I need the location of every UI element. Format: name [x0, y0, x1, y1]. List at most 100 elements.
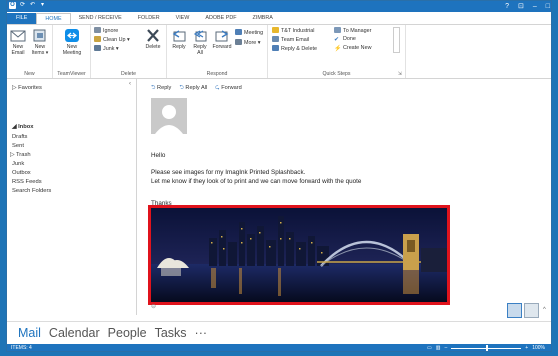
item-count: ITEMS: 4 [11, 345, 32, 351]
tab-file[interactable]: FILE [7, 13, 37, 24]
zoom-out-button[interactable]: – [445, 344, 448, 351]
zoom-in-button[interactable]: + [525, 344, 528, 351]
new-email-icon [10, 30, 26, 42]
tab-home[interactable]: HOME [36, 13, 71, 24]
status-bar: ITEMS: 4 ▭ ▥ – + 100% [7, 344, 551, 351]
group-teamviewer: New Meeting TeamViewer [53, 25, 91, 78]
zoom-slider[interactable] [451, 345, 522, 351]
folder-search-folders[interactable]: Search Folders [12, 187, 51, 195]
junk-button[interactable]: Junk ▾ [94, 45, 119, 53]
sender-avatar [151, 98, 187, 134]
dialog-launcher-icon[interactable]: ⇲ [398, 71, 402, 77]
tab-folder[interactable]: FOLDER [130, 13, 168, 24]
group-label-quick-steps: Quick Steps [322, 71, 351, 77]
new-items-button[interactable]: New Items ▾ [29, 28, 51, 56]
clean-up-button[interactable]: Clean Up ▾ [94, 36, 130, 44]
inline-reply-all-button[interactable]: ⮌ Reply All [179, 83, 207, 93]
window-controls: ? ⊡ – □ [505, 1, 550, 12]
reply-arrow-icon: ⮌ [151, 85, 156, 91]
junk-icon [94, 45, 101, 51]
body-line-2: Let me know if they look of to print and… [151, 178, 362, 185]
group-label-delete: Delete [121, 71, 136, 77]
folder-inbox[interactable]: ◢ Inbox [12, 123, 34, 131]
folder-trash[interactable]: ▷ Trash [10, 151, 31, 159]
minimize-button[interactable]: – [533, 1, 537, 12]
zoom-control: ▭ ▥ – + 100% [427, 344, 545, 351]
collapse-pane-icon[interactable]: ‹ [129, 81, 131, 87]
undo-icon[interactable]: ↶ [29, 2, 36, 9]
nav-more-icon[interactable]: ··· [195, 326, 208, 340]
tab-view[interactable]: VIEW [168, 13, 198, 24]
quickstep-team-email[interactable]: Team Email [272, 36, 309, 44]
help-button[interactable]: ? [505, 1, 509, 12]
delete-button[interactable]: Delete [141, 28, 165, 50]
splashback-image[interactable] [148, 205, 450, 305]
sydney-harbour-photo [151, 208, 447, 302]
ribbon: New Email New Items ▾ New New Meeting Te… [7, 24, 551, 79]
folder-junk[interactable]: Junk [12, 160, 24, 168]
title-bar: O ⟳ ↶ ▾ ? ⊡ – □ [7, 1, 551, 12]
body-greeting: Hello [151, 152, 166, 159]
group-label-teamviewer: TeamViewer [57, 71, 86, 77]
reply-button[interactable]: Reply [169, 28, 189, 50]
more-icon [235, 39, 242, 45]
ignore-icon [94, 27, 101, 33]
reply-all-icon [193, 30, 207, 42]
inline-forward-button[interactable]: ⮎ Forward [215, 83, 242, 93]
folder-sent[interactable]: Sent [12, 142, 24, 150]
outlook-logo-icon: O [9, 2, 16, 9]
customize-qat-icon[interactable]: ▾ [39, 2, 46, 9]
forward-button[interactable]: Forward [211, 28, 233, 50]
folder-outbox[interactable]: Outbox [12, 169, 31, 177]
nav-mail[interactable]: Mail [18, 326, 41, 340]
outlook-window: O ⟳ ↶ ▾ ? ⊡ – □ FILE HOME SEND / RECEIVE… [6, 0, 552, 352]
ribbon-display-button[interactable]: ⊡ [518, 1, 524, 12]
nav-calendar[interactable]: Calendar [49, 326, 100, 340]
quickstep-create-new[interactable]: ⚡ Create New [334, 45, 371, 52]
folder-icon [272, 27, 279, 33]
folder-drafts[interactable]: Drafts [12, 133, 27, 141]
people-avatar-selected[interactable] [507, 303, 522, 318]
meeting-button[interactable]: Meeting [235, 29, 263, 37]
maximize-button[interactable]: □ [546, 1, 550, 12]
tab-send-receive[interactable]: SEND / RECEIVE [71, 13, 130, 24]
person-silhouette-icon [155, 105, 183, 134]
people-pane-avatars: ^ [507, 303, 546, 318]
group-label-new: New [24, 71, 35, 77]
inline-reply-button[interactable]: ⮌ Reply [151, 83, 171, 93]
quick-steps-scroll[interactable] [393, 27, 400, 53]
message-footer: ⊖ [143, 301, 551, 315]
quick-access-toolbar: O ⟳ ↶ ▾ [9, 2, 46, 9]
send-receive-icon[interactable]: ⟳ [19, 2, 26, 9]
people-avatar[interactable] [524, 303, 539, 318]
group-respond: Reply Reply All Forward Meeting More ▾ R… [167, 25, 268, 78]
teamviewer-icon [65, 29, 79, 42]
nav-tasks[interactable]: Tasks [155, 326, 187, 340]
more-respond-button[interactable]: More ▾ [235, 39, 261, 47]
people-expand-icon[interactable]: ^ [543, 303, 546, 318]
normal-view-icon[interactable]: ▭ [427, 344, 432, 351]
team-email-icon [272, 36, 279, 42]
ignore-button[interactable]: Ignore [94, 27, 118, 35]
reply-all-arrow-icon: ⮌ [179, 85, 184, 91]
new-meeting-button[interactable]: New Meeting [57, 28, 87, 56]
new-items-icon [33, 29, 46, 42]
zoom-slider-thumb[interactable] [486, 345, 489, 351]
tab-zimbra[interactable]: ZIMBRA [245, 13, 281, 24]
group-label-respond: Respond [206, 71, 228, 77]
new-email-button[interactable]: New Email [8, 28, 28, 56]
clean-up-icon [94, 36, 101, 42]
tab-adobe-pdf[interactable]: ADOBE PDF [197, 13, 244, 24]
navigation-bar: Mail Calendar People Tasks ··· [7, 321, 551, 343]
folder-favorites[interactable]: ▷ Favorites [12, 84, 42, 92]
to-manager-icon [334, 27, 341, 33]
quickstep-tt-industrial[interactable]: T&T Industrial [272, 27, 314, 35]
reply-all-button[interactable]: Reply All [190, 28, 210, 56]
folder-rss-feeds[interactable]: RSS Feeds [12, 178, 42, 186]
reading-view-icon[interactable]: ▥ [436, 344, 441, 351]
quickstep-done[interactable]: ✔ Done [334, 36, 356, 43]
nav-people[interactable]: People [108, 326, 147, 340]
quickstep-to-manager[interactable]: To Manager [334, 27, 371, 35]
group-quick-steps: T&T Industrial Team Email Reply & Delete… [268, 25, 406, 78]
quickstep-reply-delete[interactable]: Reply & Delete [272, 45, 317, 53]
